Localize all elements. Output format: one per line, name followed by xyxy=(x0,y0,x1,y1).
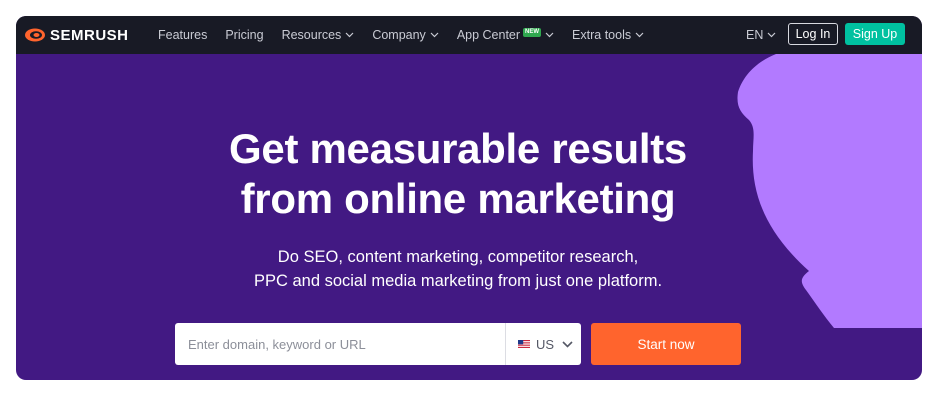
database-select[interactable]: US xyxy=(505,323,581,365)
top-nav: SEMRUSH Features Pricing Resources Compa… xyxy=(16,16,922,54)
search-input[interactable] xyxy=(175,324,508,364)
nav-item-label: App Center xyxy=(456,28,521,42)
nav-item-pricing[interactable]: Pricing xyxy=(225,28,263,42)
new-badge: NEW xyxy=(523,27,542,37)
login-button[interactable]: Log In xyxy=(788,23,838,45)
nav-item-label: Company xyxy=(372,28,426,42)
brand-name: SEMRUSH xyxy=(50,26,129,44)
nav-item-label: Features xyxy=(158,28,208,42)
subtitle-line: Do SEO, content marketing, competitor re… xyxy=(277,248,639,266)
chevron-down-icon xyxy=(545,32,554,38)
search-box: US xyxy=(175,323,581,365)
database-label: US xyxy=(536,336,555,352)
start-now-button[interactable]: Start now xyxy=(591,323,741,365)
headline-line: Get measurable results xyxy=(229,125,687,172)
brand-logo[interactable]: SEMRUSH xyxy=(24,25,129,45)
nav-item-extra-tools[interactable]: Extra tools xyxy=(572,28,644,42)
nav-item-label: Pricing xyxy=(225,28,264,42)
chevron-down-icon xyxy=(767,32,776,38)
semrush-flame-logo-icon xyxy=(25,28,45,42)
signup-button[interactable]: Sign Up xyxy=(845,23,905,45)
hero-subtitle: Do SEO, content marketing, competitor re… xyxy=(16,245,900,293)
nav-item-company[interactable]: Company xyxy=(372,28,439,42)
hero-headline: Get measurable results from online marke… xyxy=(16,124,900,224)
nav-item-app-center[interactable]: App Center NEW xyxy=(456,27,554,42)
us-flag-icon xyxy=(518,340,530,348)
nav-item-resources[interactable]: Resources xyxy=(282,28,355,42)
main-menu: Features Pricing Resources Company App C… xyxy=(158,16,662,54)
chevron-down-icon xyxy=(345,32,354,38)
nav-item-features[interactable]: Features xyxy=(158,28,207,42)
language-selector[interactable]: EN xyxy=(746,16,776,54)
subtitle-line: PPC and social media marketing from just… xyxy=(253,272,663,290)
nav-item-label: Resources xyxy=(281,28,342,42)
chevron-down-icon xyxy=(635,32,644,38)
chevron-down-icon xyxy=(562,340,573,348)
headline-line: from online marketing xyxy=(240,175,676,222)
nav-item-label: Extra tools xyxy=(572,28,632,42)
hero-frame: SEMRUSH Features Pricing Resources Compa… xyxy=(16,16,922,380)
language-label: EN xyxy=(746,28,764,42)
chevron-down-icon xyxy=(430,32,439,38)
